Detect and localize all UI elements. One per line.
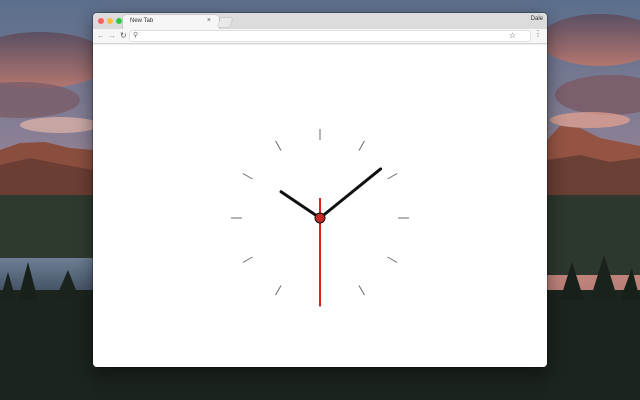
- bookmark-star-icon[interactable]: ☆: [509, 31, 516, 41]
- search-icon: ⚲: [133, 32, 139, 39]
- tab-new-tab[interactable]: New Tab ×: [123, 15, 219, 29]
- tab-title: New Tab: [130, 18, 154, 24]
- browser-window: New Tab × Dale ← → ↻ ⚲ ☆ ⋮: [93, 13, 547, 367]
- clock-tick-4: [387, 256, 398, 263]
- clock-tick-7: [275, 285, 282, 296]
- tab-strip: New Tab × Dale: [93, 13, 547, 29]
- reload-icon[interactable]: ↻: [120, 31, 127, 41]
- minute-hand: [318, 167, 383, 220]
- clock-tick-5: [358, 285, 365, 296]
- new-tab-page: [93, 45, 547, 367]
- maximize-window-button[interactable]: [116, 18, 122, 24]
- minimize-window-button[interactable]: [107, 18, 113, 24]
- analog-clock: [231, 129, 409, 307]
- clock-tick-11: [275, 140, 282, 151]
- new-tab-button[interactable]: [217, 18, 233, 27]
- back-arrow-icon[interactable]: ←: [97, 31, 105, 41]
- close-tab-icon[interactable]: ×: [207, 17, 211, 25]
- menu-kebab-icon[interactable]: ⋮: [534, 29, 542, 39]
- clock-tick-8: [242, 256, 253, 263]
- hour-hand: [279, 190, 322, 220]
- clock-tick-10: [242, 173, 253, 180]
- address-bar[interactable]: ⚲ ☆: [130, 31, 530, 41]
- clock-tick-2: [387, 173, 398, 180]
- close-window-button[interactable]: [98, 18, 104, 24]
- clock-center-cap: [314, 212, 326, 224]
- browser-toolbar: ← → ↻ ⚲ ☆ ⋮: [93, 29, 547, 44]
- profile-button[interactable]: Dale: [531, 16, 543, 22]
- forward-arrow-icon[interactable]: →: [108, 31, 116, 41]
- clock-tick-1: [358, 140, 365, 151]
